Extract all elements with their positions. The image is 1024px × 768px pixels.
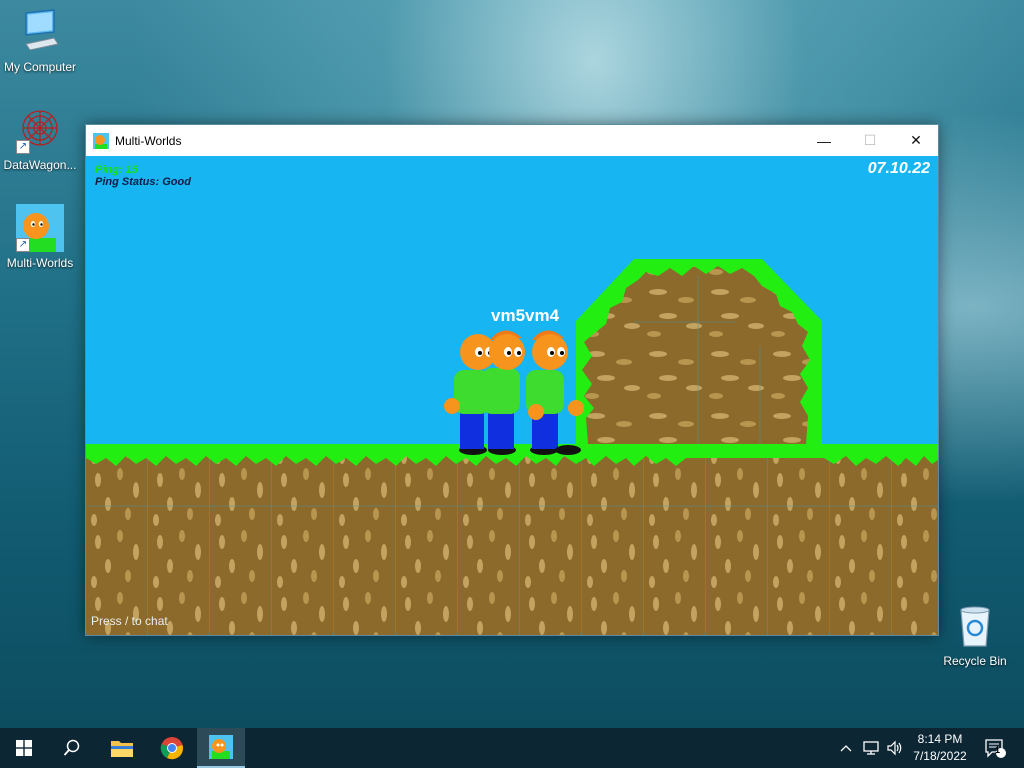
tray-time: 8:14 PM [917, 732, 963, 746]
tray-date: 7/18/2022 [913, 749, 967, 763]
desktop-icon-label: My Computer [3, 60, 77, 74]
desktop-icon-recycle-bin[interactable]: Recycle Bin [935, 602, 1015, 668]
game-canvas[interactable]: Ping: 15 Ping Status: Good 07.10.22 vm5v… [86, 156, 938, 635]
chrome-icon [160, 737, 183, 760]
player-character [526, 330, 584, 455]
window-title: Multi-Worlds [115, 133, 182, 148]
player-nametag: vm5vm4 [491, 306, 560, 325]
window-titlebar[interactable]: Multi-Worlds — ☐ ✕ [86, 125, 938, 156]
desktop-icon-multi-worlds[interactable]: ↗ Multi-Worlds [0, 204, 80, 270]
desktop-icon-my-computer[interactable]: My Computer [0, 8, 80, 74]
notification-count: 1 [995, 745, 1001, 755]
desktop-icon-label: DataWagon... [3, 158, 77, 172]
multi-worlds-taskbar-button[interactable] [197, 728, 245, 768]
chat-hint: Press / to chat [91, 614, 168, 628]
windows-logo-icon [16, 740, 32, 756]
shortcut-arrow-icon: ↗ [16, 238, 30, 252]
ping-status: Ping Status: Good [95, 176, 191, 188]
search-button[interactable] [48, 728, 96, 768]
recycle-bin-icon [951, 602, 999, 650]
volume-icon[interactable] [884, 728, 906, 768]
multi-worlds-icon: ↗ [16, 204, 64, 252]
multi-worlds-icon [209, 735, 233, 759]
tray-clock[interactable]: 8:14 PM 7/18/2022 [905, 731, 975, 765]
maximize-button[interactable]: ☐ [847, 125, 893, 156]
desktop-icon-label: Recycle Bin [943, 654, 1007, 668]
minimize-button[interactable]: — [801, 125, 847, 156]
datawagon-icon: ↗ [16, 106, 64, 154]
desktop-icon-label: Multi-Worlds [6, 256, 74, 270]
computer-icon [16, 8, 64, 56]
desktop-icon-datawagon[interactable]: ↗ DataWagon... [0, 106, 80, 172]
game-date: 07.10.22 [867, 160, 930, 177]
multi-worlds-window: Multi-Worlds — ☐ ✕ Ping: 15 Ping Status:… [85, 124, 939, 636]
folder-icon [111, 741, 133, 757]
taskbar: 8:14 PM 7/18/2022 1 [0, 728, 1024, 768]
action-center-button[interactable]: 1 [978, 728, 1012, 768]
search-icon [63, 739, 80, 756]
chrome-button[interactable] [148, 728, 196, 768]
game-scene [86, 259, 938, 635]
close-button[interactable]: ✕ [893, 125, 939, 156]
network-icon[interactable] [860, 728, 882, 768]
tray-overflow-chevron-icon[interactable] [836, 728, 856, 768]
file-explorer-button[interactable] [98, 728, 146, 768]
shortcut-arrow-icon: ↗ [16, 140, 30, 154]
ping-label: Ping: 15 [95, 164, 138, 176]
start-button[interactable] [0, 728, 48, 768]
multi-worlds-icon [93, 132, 109, 149]
